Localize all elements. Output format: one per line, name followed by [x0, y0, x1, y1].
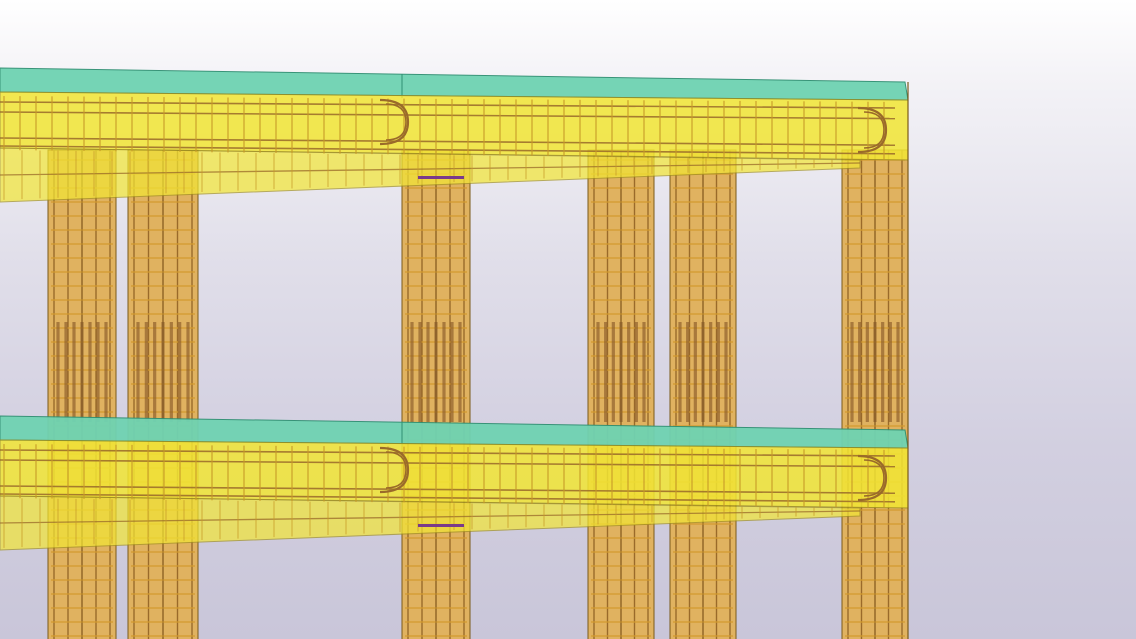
column-lap-bars — [865, 322, 869, 422]
column-lap-bars — [442, 322, 446, 422]
column[interactable] — [47, 149, 117, 639]
column-lap-bars — [709, 322, 713, 422]
column-lap-bars — [888, 322, 892, 422]
column-lap-bars — [426, 322, 430, 422]
column[interactable] — [401, 149, 471, 639]
column-lap-bars — [64, 322, 68, 422]
column-lap-bars — [169, 322, 173, 422]
column-lap-bars — [450, 322, 454, 422]
floor-upper — [0, 67, 909, 203]
column-lap-bars — [881, 322, 885, 422]
column-lap-bars — [136, 322, 140, 422]
structural-model-scene[interactable] — [0, 0, 1136, 639]
column-lap-bars — [153, 322, 157, 422]
anchor-plate — [418, 524, 464, 527]
column[interactable] — [587, 149, 655, 639]
column-lap-bars — [693, 322, 697, 422]
column-lap-bars — [896, 322, 900, 422]
column-lap-bars — [458, 322, 462, 422]
column-lap-bars — [72, 322, 76, 422]
floor-lower — [0, 415, 909, 551]
column-lap-bars — [627, 322, 631, 422]
column-lap-bars — [144, 322, 148, 422]
column-lap-bars — [642, 322, 646, 422]
column-lap-bars — [410, 322, 414, 422]
column-lap-bars — [611, 322, 615, 422]
column-lap-bars — [186, 322, 190, 422]
column-lap-bars — [596, 322, 600, 422]
column-lap-bars — [178, 322, 182, 422]
3d-model-viewport[interactable] — [0, 0, 1136, 639]
column-lap-bars — [418, 322, 422, 422]
column-lap-bars — [850, 322, 854, 422]
column-lap-bars — [96, 322, 100, 422]
column-lap-bars — [634, 322, 638, 422]
column[interactable] — [841, 149, 909, 639]
column[interactable] — [669, 149, 737, 639]
column-lap-bars — [104, 322, 108, 422]
columns — [47, 149, 909, 639]
column-lap-bars — [678, 322, 682, 422]
column-lap-bars — [858, 322, 862, 422]
anchor-plate — [418, 176, 464, 179]
column-lap-bars — [716, 322, 720, 422]
column[interactable] — [127, 149, 199, 639]
column-lap-bars — [604, 322, 608, 422]
column-lap-bars — [686, 322, 690, 422]
column-lap-bars — [724, 322, 728, 422]
column-lap-bars — [56, 322, 60, 422]
column-lap-bars — [88, 322, 92, 422]
